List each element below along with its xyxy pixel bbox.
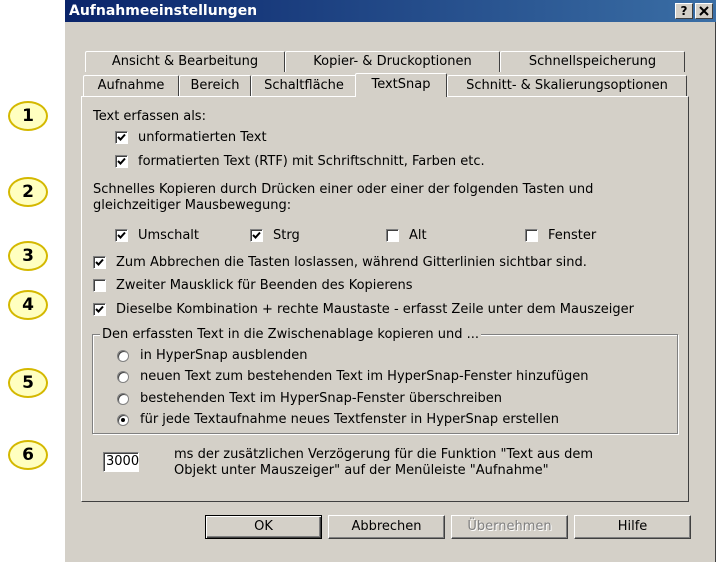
radio-new-window[interactable]	[117, 414, 129, 426]
key-ctrl-label: Strg	[273, 228, 300, 243]
rtf-text-checkbox[interactable]	[115, 155, 128, 168]
radio-overwrite-text[interactable]	[117, 393, 129, 405]
plain-text-checkbox[interactable]	[115, 131, 128, 144]
callout-3: 3	[8, 241, 48, 271]
check-icon	[117, 157, 126, 165]
key-window-label: Fenster	[548, 228, 597, 243]
abort-release-label: Zum Abbrechen die Tasten loslassen, währ…	[116, 255, 587, 270]
second-click-checkbox[interactable]	[93, 279, 106, 292]
right-button-line-label: Dieselbe Kombination + rechte Maustaste …	[116, 302, 635, 317]
delay-label-1: ms der zusätzlichen Verzögerung für die …	[174, 447, 593, 462]
quick-copy-label-2: gleichzeitiger Mausbewegung:	[93, 198, 292, 213]
key-alt-checkbox[interactable]	[386, 229, 399, 242]
plain-text-label: unformatierten Text	[138, 130, 267, 145]
rtf-text-label: formatierten Text (RTF) mit Schriftschni…	[138, 154, 485, 169]
key-shift-checkbox[interactable]	[115, 229, 128, 242]
delay-ms-input[interactable]: 3000	[103, 452, 139, 472]
check-icon	[117, 133, 126, 141]
check-icon	[95, 305, 104, 313]
callout-5: 5	[8, 368, 48, 398]
radio-hide-in-hypersnap[interactable]	[117, 350, 129, 362]
second-click-label: Zweiter Mausklick für Beenden des Kopier…	[116, 278, 413, 293]
ok-button[interactable]: OK	[205, 515, 322, 539]
radio-selected-dot	[121, 418, 125, 422]
abort-release-checkbox[interactable]	[93, 256, 106, 269]
delay-label-2: Objekt unter Mauszeiger" auf der Menülei…	[174, 463, 549, 478]
key-shift-label: Umschalt	[138, 228, 200, 243]
radio-new-window-label: für jede Textaufnahme neues Textfenster …	[140, 412, 559, 427]
help-button[interactable]: Hilfe	[574, 515, 691, 539]
key-ctrl-checkbox[interactable]	[250, 229, 263, 242]
radio-hide-label: in HyperSnap ausblenden	[140, 348, 308, 363]
panel-content: Text erfassen als: unformatierten Text f…	[0, 0, 719, 562]
callout-6: 6	[8, 440, 48, 470]
callout-4: 4	[8, 290, 48, 320]
capture-as-label: Text erfassen als:	[93, 109, 206, 124]
callout-2: 2	[8, 177, 48, 207]
radio-overwrite-label: bestehenden Text im HyperSnap-Fenster üb…	[140, 391, 503, 406]
radio-append-label: neuen Text zum bestehenden Text im Hyper…	[140, 369, 589, 384]
check-icon	[252, 231, 261, 239]
check-icon	[117, 231, 126, 239]
radio-append-text[interactable]	[117, 371, 129, 383]
callout-1: 1	[8, 101, 48, 131]
right-button-line-checkbox[interactable]	[93, 303, 106, 316]
check-icon	[95, 258, 104, 266]
apply-button[interactable]: Übernehmen	[451, 515, 568, 539]
key-window-checkbox[interactable]	[525, 229, 538, 242]
clipboard-group-label: Den erfassten Text in die Zwischenablage…	[100, 327, 481, 343]
key-alt-label: Alt	[409, 228, 427, 243]
cancel-button[interactable]: Abbrechen	[328, 515, 445, 539]
quick-copy-label-1: Schnelles Kopieren durch Drücken einer o…	[93, 182, 594, 197]
